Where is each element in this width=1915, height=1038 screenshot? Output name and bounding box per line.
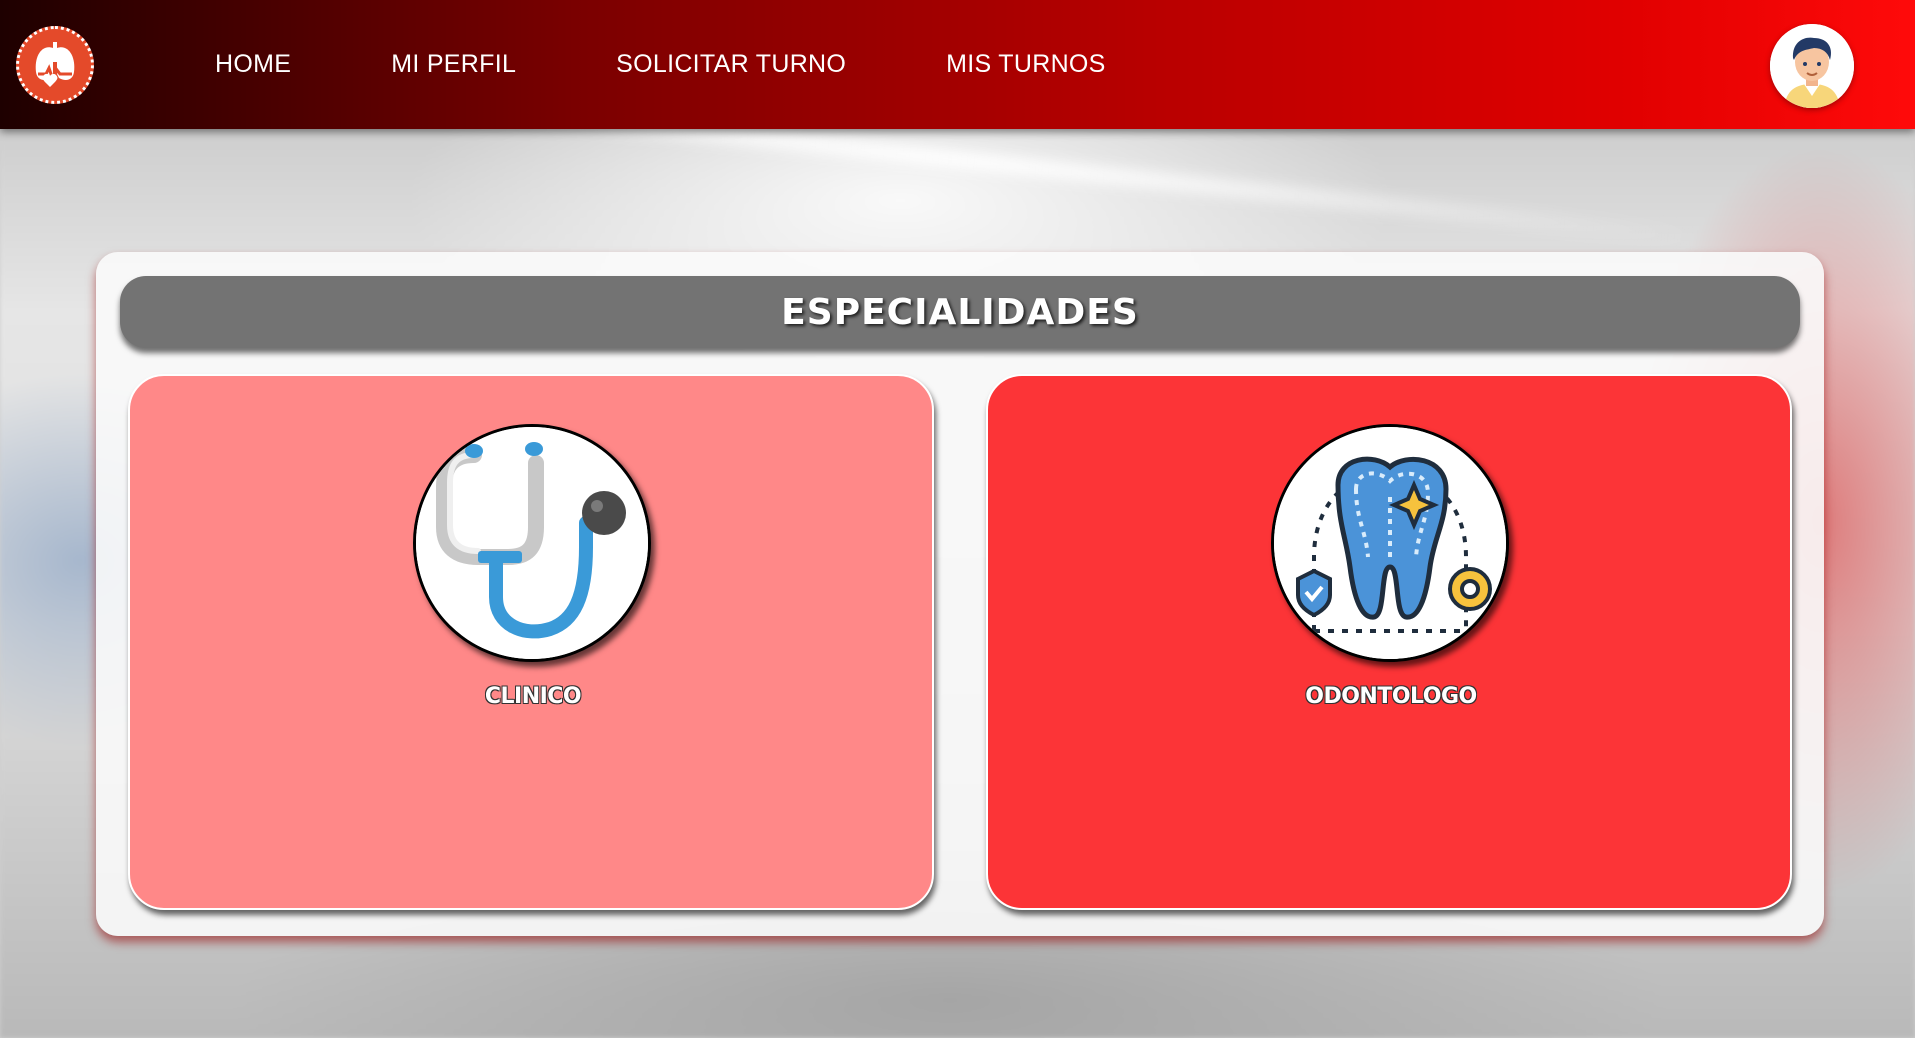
lungs-heart-icon[interactable] xyxy=(16,26,94,104)
specialty-card-clinico[interactable]: CLINICO xyxy=(128,374,934,910)
nav-home-link[interactable]: HOME xyxy=(215,50,291,79)
specialty-card-odontologo[interactable]: ODONTOLOGO xyxy=(986,374,1792,910)
tooth-icon xyxy=(1271,424,1509,662)
specialties-header: ESPECIALIDADES xyxy=(120,276,1800,348)
nav-my-appointments-link[interactable]: MIS TURNOS xyxy=(946,50,1106,79)
top-navbar: HOME MI PERFIL SOLICITAR TURNO MIS TURNO… xyxy=(0,0,1915,129)
specialties-title: ESPECIALIDADES xyxy=(781,291,1139,333)
nav-profile-link[interactable]: MI PERFIL xyxy=(391,50,516,79)
nav-request-appointment-link[interactable]: SOLICITAR TURNO xyxy=(616,50,846,79)
stethoscope-icon xyxy=(413,424,651,662)
specialty-label-odontologo: ODONTOLOGO xyxy=(1305,684,1477,709)
specialties-panel: ESPECIALIDADES CLINICO ODONTOLOGO xyxy=(96,252,1824,936)
nav-links: HOME MI PERFIL SOLICITAR TURNO MIS TURNO… xyxy=(215,0,1206,129)
user-avatar-icon[interactable] xyxy=(1770,24,1854,108)
specialty-label-clinico: CLINICO xyxy=(484,684,582,709)
